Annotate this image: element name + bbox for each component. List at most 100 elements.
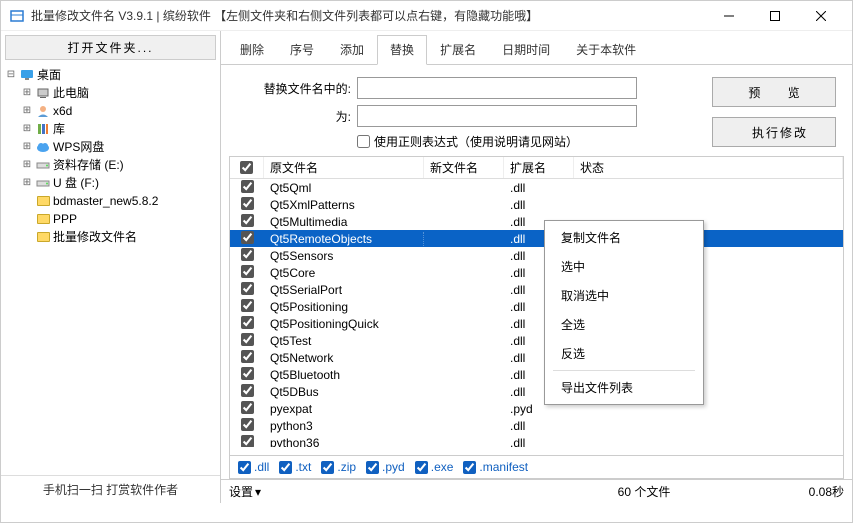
replace-input[interactable] <box>357 105 637 127</box>
tree-node[interactable]: ⊞U 盘 (F:) <box>5 174 216 192</box>
row-checkbox[interactable] <box>241 333 254 346</box>
row-checkbox[interactable] <box>241 197 254 210</box>
close-button[interactable] <box>798 1 844 31</box>
tree-node[interactable]: 批量修改文件名 <box>5 228 216 246</box>
row-checkbox[interactable] <box>241 282 254 295</box>
filter-checkbox[interactable] <box>415 461 428 474</box>
row-checkbox[interactable] <box>241 350 254 363</box>
table-row[interactable]: Qt5PositioningQuick.dll <box>230 315 843 332</box>
table-row[interactable]: Qt5Sensors.dll <box>230 247 843 264</box>
filter-checkbox[interactable] <box>238 461 251 474</box>
context-item[interactable]: 全选 <box>547 310 701 339</box>
tab-2[interactable]: 添加 <box>327 35 377 64</box>
filter-checkbox[interactable] <box>366 461 379 474</box>
row-checkbox[interactable] <box>241 214 254 227</box>
tree-node[interactable]: ⊞资料存储 (E:) <box>5 156 216 174</box>
tab-0[interactable]: 删除 <box>227 35 277 64</box>
table-row[interactable]: python3.dll <box>230 417 843 434</box>
cell-orig: Qt5DBus <box>264 385 424 399</box>
filter-pyd[interactable]: .pyd <box>366 460 405 474</box>
row-checkbox[interactable] <box>241 435 254 448</box>
filter-label: .pyd <box>382 460 405 474</box>
tree-twister[interactable] <box>21 192 33 210</box>
preview-button[interactable]: 预 览 <box>712 77 836 107</box>
header-orig[interactable]: 原文件名 <box>264 157 424 178</box>
tree-node[interactable]: bdmaster_new5.8.2 <box>5 192 216 210</box>
table-row[interactable]: Qt5Positioning.dll <box>230 298 843 315</box>
table-row[interactable]: Qt5Qml.dll <box>230 179 843 196</box>
table-row[interactable]: python36.dll <box>230 434 843 447</box>
filter-txt[interactable]: .txt <box>279 460 311 474</box>
filter-checkbox[interactable] <box>279 461 292 474</box>
filter-bar: .dll .txt .zip .pyd .exe .manifest <box>229 456 844 479</box>
table-row[interactable]: Qt5Bluetooth.dll <box>230 366 843 383</box>
context-item[interactable]: 取消选中 <box>547 281 701 310</box>
table-row[interactable]: Qt5Test.dll <box>230 332 843 349</box>
context-item[interactable]: 复制文件名 <box>547 223 701 252</box>
execute-button[interactable]: 执行修改 <box>712 117 836 147</box>
context-item[interactable]: 选中 <box>547 252 701 281</box>
maximize-button[interactable] <box>752 1 798 31</box>
table-row[interactable]: Qt5Multimedia.dll <box>230 213 843 230</box>
tree-twister[interactable] <box>21 210 33 228</box>
tree-node[interactable]: PPP <box>5 210 216 228</box>
find-input[interactable] <box>357 77 637 99</box>
tree-twister[interactable]: ⊞ <box>21 174 33 192</box>
row-checkbox[interactable] <box>241 265 254 278</box>
tab-5[interactable]: 日期时间 <box>489 35 563 64</box>
filter-dll[interactable]: .dll <box>238 460 269 474</box>
row-checkbox[interactable] <box>241 418 254 431</box>
table-row[interactable]: pyexpat.pyd <box>230 400 843 417</box>
tree-twister[interactable]: ⊞ <box>21 156 33 174</box>
table-row[interactable]: Qt5RemoteObjects.dll <box>230 230 843 247</box>
table-row[interactable]: Qt5Network.dll <box>230 349 843 366</box>
filter-exe[interactable]: .exe <box>415 460 454 474</box>
tree-twister[interactable] <box>21 228 33 246</box>
row-checkbox[interactable] <box>241 367 254 380</box>
sidebar-footer[interactable]: 手机扫一扫 打赏软件作者 <box>1 475 220 503</box>
tree-twister[interactable]: ⊞ <box>21 84 33 102</box>
context-item[interactable]: 反选 <box>547 339 701 368</box>
settings-link[interactable]: 设置 ▾ <box>229 483 544 500</box>
tree-node[interactable]: ⊞此电脑 <box>5 84 216 102</box>
tree-node[interactable]: ⊞库 <box>5 120 216 138</box>
tree-twister[interactable]: ⊞ <box>21 102 33 120</box>
tab-4[interactable]: 扩展名 <box>427 35 489 64</box>
filter-checkbox[interactable] <box>463 461 476 474</box>
header-check[interactable] <box>230 157 264 178</box>
regex-checkbox[interactable] <box>357 135 370 148</box>
header-ext[interactable]: 扩展名 <box>504 157 574 178</box>
row-checkbox[interactable] <box>241 180 254 193</box>
tab-6[interactable]: 关于本软件 <box>563 35 649 64</box>
row-checkbox[interactable] <box>241 384 254 397</box>
filter-manifest[interactable]: .manifest <box>463 460 528 474</box>
row-checkbox[interactable] <box>241 248 254 261</box>
row-checkbox[interactable] <box>241 231 254 244</box>
folder-tree[interactable]: ⊟桌面⊞此电脑⊞x6d⊞库⊞WPS网盘⊞资料存储 (E:)⊞U 盘 (F:) b… <box>1 64 220 475</box>
open-folder-header[interactable]: 打开文件夹... <box>5 35 216 60</box>
row-checkbox[interactable] <box>241 316 254 329</box>
minimize-button[interactable] <box>706 1 752 31</box>
filter-checkbox[interactable] <box>321 461 334 474</box>
filter-zip[interactable]: .zip <box>321 460 356 474</box>
tree-twister[interactable]: ⊟ <box>5 66 17 84</box>
tab-1[interactable]: 序号 <box>277 35 327 64</box>
table-row[interactable]: Qt5SerialPort.dll <box>230 281 843 298</box>
header-new[interactable]: 新文件名 <box>424 157 504 178</box>
tree-twister[interactable]: ⊞ <box>21 138 33 156</box>
table-row[interactable]: Qt5XmlPatterns.dll <box>230 196 843 213</box>
row-checkbox[interactable] <box>241 299 254 312</box>
row-checkbox[interactable] <box>241 401 254 414</box>
table-row[interactable]: Qt5Core.dll <box>230 264 843 281</box>
grid-body[interactable]: Qt5Qml.dllQt5XmlPatterns.dllQt5Multimedi… <box>230 179 843 447</box>
header-status[interactable]: 状态 <box>574 157 843 178</box>
tree-node[interactable]: ⊞WPS网盘 <box>5 138 216 156</box>
context-item[interactable]: 导出文件列表 <box>547 373 701 402</box>
tree-twister[interactable]: ⊞ <box>21 120 33 138</box>
tree-node[interactable]: ⊟桌面 <box>5 66 216 84</box>
table-row[interactable]: Qt5DBus.dll <box>230 383 843 400</box>
filter-label: .zip <box>337 460 356 474</box>
tab-3[interactable]: 替换 <box>377 35 427 65</box>
tree-label: 库 <box>53 120 65 138</box>
tree-node[interactable]: ⊞x6d <box>5 102 216 120</box>
